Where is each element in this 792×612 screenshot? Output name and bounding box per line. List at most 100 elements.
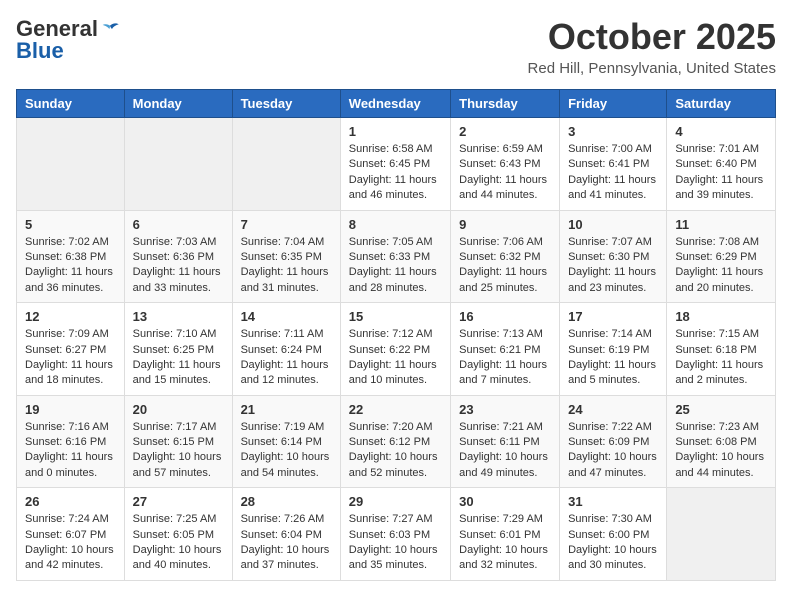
day-number: 4: [675, 124, 767, 139]
calendar-cell: 2 Sunrise: 6:59 AMSunset: 6:43 PMDaylight…: [451, 118, 560, 211]
day-info: Sunrise: 7:04 AMSunset: 6:35 PMDaylight:…: [241, 235, 332, 297]
calendar-cell: [232, 118, 340, 211]
calendar-cell: 27Sunrise: 7:25 AMSunset: 6:05 PMDayligh…: [124, 488, 232, 581]
day-header-friday: Friday: [560, 90, 667, 118]
calendar-cell: 21Sunrise: 7:19 AMSunset: 6:14 PMDayligh…: [232, 395, 340, 488]
day-number: 3: [568, 124, 658, 139]
day-info: Sunrise: 7:25 AMSunset: 6:05 PMDaylight:…: [133, 512, 224, 574]
day-info: Sunrise: 7:02 AMSunset: 6:38 PMDaylight:…: [25, 235, 116, 297]
day-info: Sunrise: 6:59 AMSunset: 6:43 PMDaylight:…: [459, 142, 551, 204]
day-info: Sunrise: 7:19 AMSunset: 6:14 PMDaylight:…: [241, 420, 332, 482]
day-number: 8: [349, 217, 442, 232]
day-info: Sunrise: 7:15 AMSunset: 6:18 PMDaylight:…: [675, 327, 767, 389]
day-info: Sunrise: 7:21 AMSunset: 6:11 PMDaylight:…: [459, 420, 551, 482]
logo-bird-icon: [100, 19, 120, 39]
day-number: 5: [25, 217, 116, 232]
location-text: Red Hill, Pennsylvania, United States: [528, 60, 776, 77]
calendar-cell: 13 Sunrise: 7:10 AMSunset: 6:25 PMDayligh…: [124, 303, 232, 396]
day-info: Sunrise: 7:17 AMSunset: 6:15 PMDaylight:…: [133, 420, 224, 482]
day-info: Sunrise: 7:24 AMSunset: 6:07 PMDaylight:…: [25, 512, 116, 574]
calendar-cell: 4Sunrise: 7:01 AMSunset: 6:40 PMDaylight…: [667, 118, 776, 211]
month-title: October 2025: [528, 16, 776, 58]
day-info: Sunrise: 7:00 AMSunset: 6:41 PMDaylight:…: [568, 142, 658, 204]
day-info: Sunrise: 7:26 AMSunset: 6:04 PMDaylight:…: [241, 512, 332, 574]
day-number: 13: [133, 309, 224, 324]
calendar-cell: 1 Sunrise: 6:58 AMSunset: 6:45 PMDaylight…: [340, 118, 450, 211]
day-number: 23: [459, 402, 551, 417]
day-info: Sunrise: 7:22 AMSunset: 6:09 PMDaylight:…: [568, 420, 658, 482]
day-info: Sunrise: 7:10 AMSunset: 6:25 PMDaylight:…: [133, 327, 224, 389]
day-info: Sunrise: 7:07 AMSunset: 6:30 PMDaylight:…: [568, 235, 658, 297]
day-number: 24: [568, 402, 658, 417]
calendar-cell: 10Sunrise: 7:07 AMSunset: 6:30 PMDayligh…: [560, 210, 667, 303]
calendar-week-row: 12 Sunrise: 7:09 AMSunset: 6:27 PMDayligh…: [17, 303, 776, 396]
calendar-cell: 31 Sunrise: 7:30 AMSunset: 6:00 PMDayligh…: [560, 488, 667, 581]
day-number: 6: [133, 217, 224, 232]
calendar-cell: 12 Sunrise: 7:09 AMSunset: 6:27 PMDayligh…: [17, 303, 125, 396]
day-number: 11: [675, 217, 767, 232]
day-info: Sunrise: 6:58 AMSunset: 6:45 PMDaylight:…: [349, 142, 442, 204]
calendar-cell: 24 Sunrise: 7:22 AMSunset: 6:09 PMDayligh…: [560, 395, 667, 488]
calendar-cell: 16 Sunrise: 7:13 AMSunset: 6:21 PMDayligh…: [451, 303, 560, 396]
calendar-cell: 28 Sunrise: 7:26 AMSunset: 6:04 PMDayligh…: [232, 488, 340, 581]
calendar-cell: 22Sunrise: 7:20 AMSunset: 6:12 PMDayligh…: [340, 395, 450, 488]
day-number: 1: [349, 124, 442, 139]
day-number: 26: [25, 494, 116, 509]
calendar-cell: 9Sunrise: 7:06 AMSunset: 6:32 PMDaylight…: [451, 210, 560, 303]
calendar-cell: 6 Sunrise: 7:03 AMSunset: 6:36 PMDaylight…: [124, 210, 232, 303]
day-header-monday: Monday: [124, 90, 232, 118]
calendar-cell: 8 Sunrise: 7:05 AMSunset: 6:33 PMDaylight…: [340, 210, 450, 303]
calendar-week-row: 5 Sunrise: 7:02 AMSunset: 6:38 PMDaylight…: [17, 210, 776, 303]
calendar-week-row: 19Sunrise: 7:16 AMSunset: 6:16 PMDayligh…: [17, 395, 776, 488]
calendar-cell: 3 Sunrise: 7:00 AMSunset: 6:41 PMDaylight…: [560, 118, 667, 211]
calendar-cell: [124, 118, 232, 211]
calendar-cell: 5 Sunrise: 7:02 AMSunset: 6:38 PMDaylight…: [17, 210, 125, 303]
day-info: Sunrise: 7:12 AMSunset: 6:22 PMDaylight:…: [349, 327, 442, 389]
day-number: 31: [568, 494, 658, 509]
day-header-wednesday: Wednesday: [340, 90, 450, 118]
calendar-cell: 23 Sunrise: 7:21 AMSunset: 6:11 PMDayligh…: [451, 395, 560, 488]
calendar-cell: 26 Sunrise: 7:24 AMSunset: 6:07 PMDayligh…: [17, 488, 125, 581]
calendar-cell: 30Sunrise: 7:29 AMSunset: 6:01 PMDayligh…: [451, 488, 560, 581]
day-number: 12: [25, 309, 116, 324]
day-info: Sunrise: 7:09 AMSunset: 6:27 PMDaylight:…: [25, 327, 116, 389]
day-number: 15: [349, 309, 442, 324]
logo: General Blue: [16, 16, 120, 64]
day-number: 18: [675, 309, 767, 324]
day-number: 16: [459, 309, 551, 324]
calendar-header-row: SundayMondayTuesdayWednesdayThursdayFrid…: [17, 90, 776, 118]
day-info: Sunrise: 7:29 AMSunset: 6:01 PMDaylight:…: [459, 512, 551, 574]
day-info: Sunrise: 7:27 AMSunset: 6:03 PMDaylight:…: [349, 512, 442, 574]
day-number: 14: [241, 309, 332, 324]
day-header-sunday: Sunday: [17, 90, 125, 118]
calendar-cell: [667, 488, 776, 581]
day-info: Sunrise: 7:14 AMSunset: 6:19 PMDaylight:…: [568, 327, 658, 389]
page-header: General Blue October 2025 Red Hill, Penn…: [16, 16, 776, 77]
day-number: 28: [241, 494, 332, 509]
day-header-saturday: Saturday: [667, 90, 776, 118]
day-number: 19: [25, 402, 116, 417]
day-number: 17: [568, 309, 658, 324]
day-info: Sunrise: 7:05 AMSunset: 6:33 PMDaylight:…: [349, 235, 442, 297]
calendar-cell: 11 Sunrise: 7:08 AMSunset: 6:29 PMDayligh…: [667, 210, 776, 303]
day-info: Sunrise: 7:08 AMSunset: 6:29 PMDaylight:…: [675, 235, 767, 297]
day-number: 29: [349, 494, 442, 509]
calendar-cell: 18 Sunrise: 7:15 AMSunset: 6:18 PMDayligh…: [667, 303, 776, 396]
day-number: 7: [241, 217, 332, 232]
calendar-cell: [17, 118, 125, 211]
title-block: October 2025 Red Hill, Pennsylvania, Uni…: [528, 16, 776, 77]
calendar-week-row: 1 Sunrise: 6:58 AMSunset: 6:45 PMDaylight…: [17, 118, 776, 211]
day-info: Sunrise: 7:30 AMSunset: 6:00 PMDaylight:…: [568, 512, 658, 574]
day-info: Sunrise: 7:11 AMSunset: 6:24 PMDaylight:…: [241, 327, 332, 389]
day-number: 22: [349, 402, 442, 417]
day-info: Sunrise: 7:13 AMSunset: 6:21 PMDaylight:…: [459, 327, 551, 389]
day-number: 2: [459, 124, 551, 139]
calendar-cell: 29 Sunrise: 7:27 AMSunset: 6:03 PMDayligh…: [340, 488, 450, 581]
logo-blue-text: Blue: [16, 38, 64, 64]
calendar-cell: 14 Sunrise: 7:11 AMSunset: 6:24 PMDayligh…: [232, 303, 340, 396]
day-info: Sunrise: 7:03 AMSunset: 6:36 PMDaylight:…: [133, 235, 224, 297]
calendar-week-row: 26 Sunrise: 7:24 AMSunset: 6:07 PMDayligh…: [17, 488, 776, 581]
day-info: Sunrise: 7:23 AMSunset: 6:08 PMDaylight:…: [675, 420, 767, 482]
calendar-cell: 15 Sunrise: 7:12 AMSunset: 6:22 PMDayligh…: [340, 303, 450, 396]
day-number: 9: [459, 217, 551, 232]
